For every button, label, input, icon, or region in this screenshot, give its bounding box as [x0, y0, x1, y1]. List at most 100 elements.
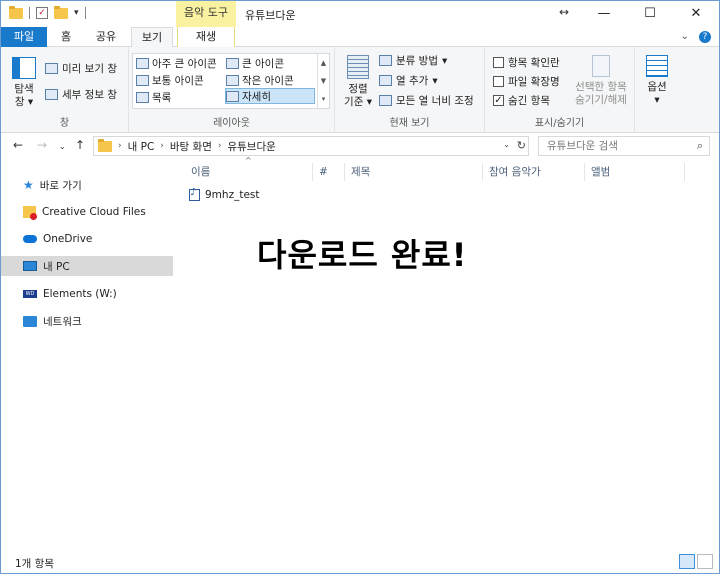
- nav-item-quick-access[interactable]: ★ 바로 가기: [1, 175, 173, 195]
- file-extensions-label: 파일 확장명: [508, 76, 560, 88]
- refresh-icon[interactable]: ↻: [517, 139, 526, 152]
- list-icon: [136, 91, 149, 103]
- add-columns-label: 열 추가: [396, 75, 429, 87]
- column-header-album[interactable]: 앨범: [585, 163, 685, 181]
- recent-locations-chevron-icon[interactable]: ⌄: [59, 142, 66, 151]
- details-view-button[interactable]: [679, 554, 695, 569]
- nav-item-this-pc[interactable]: 내 PC: [1, 256, 173, 276]
- navigation-pane: ★ 바로 가기 Creative Cloud Files OneDrive 내 …: [1, 161, 173, 551]
- view-switcher: [679, 554, 713, 569]
- nav-item-elements-drive[interactable]: WD Elements (W:): [1, 284, 173, 304]
- size-all-columns-button[interactable]: 모든 열 너비 조정: [379, 93, 474, 108]
- back-arrow-icon[interactable]: ←: [13, 138, 23, 152]
- column-header-title[interactable]: 제목: [345, 163, 483, 181]
- details-pane-label: 세부 정보 창: [62, 89, 117, 101]
- tab-share[interactable]: 공유: [87, 27, 125, 47]
- file-extensions-toggle[interactable]: 파일 확장명: [493, 74, 560, 89]
- nav-item-creative-cloud[interactable]: Creative Cloud Files: [1, 202, 173, 222]
- group-label-show-hide: 표시/숨기기: [534, 118, 585, 129]
- search-input[interactable]: 유튜브다운 검색 ⌕: [538, 136, 710, 156]
- group-show-hide: 항목 확인란 파일 확장명 ✓ 숨긴 항목 선택한 항목 숨기기/해제 표시/숨…: [485, 47, 635, 133]
- help-icon[interactable]: ?: [699, 31, 711, 43]
- layout-medium-icons[interactable]: 보통 아이콘: [136, 72, 204, 88]
- navigation-pane-button[interactable]: 탐색 창 ▾: [9, 57, 39, 109]
- nav-item-network[interactable]: 네트워크: [1, 311, 173, 331]
- ribbon-controls: ⌄ ?: [681, 31, 711, 43]
- breadcrumb-item[interactable]: 유튜브다운: [227, 139, 275, 154]
- up-arrow-icon[interactable]: ↑: [75, 138, 85, 152]
- close-button[interactable]: ✕: [673, 1, 719, 27]
- star-icon: ★: [23, 178, 34, 192]
- breadcrumb-item[interactable]: 내 PC: [128, 139, 155, 154]
- add-columns-icon: [379, 75, 392, 86]
- breadcrumb-item[interactable]: 바탕 화면: [170, 139, 212, 154]
- music-file-icon: [189, 187, 200, 201]
- address-bar[interactable]: › 내 PC › 바탕 화면 › 유튜브다운 ⌄ ↻: [93, 136, 529, 156]
- hide-selected-items-button[interactable]: 선택한 항목 숨기기/해제: [569, 55, 633, 107]
- group-by-label: 분류 방법: [396, 55, 438, 67]
- file-list: ^ 이름 # 제목 참여 음악가 앨범 9mhz_test 다운로드 완료!: [177, 156, 719, 551]
- layout-details[interactable]: 자세히: [225, 88, 315, 104]
- search-icon: ⌕: [696, 139, 703, 152]
- layout-large-icons[interactable]: 큰 아이콘: [226, 55, 284, 71]
- preview-pane-label: 미리 보기 창: [62, 63, 117, 75]
- new-folder-icon[interactable]: [54, 5, 68, 19]
- collapse-ribbon-chevron-icon[interactable]: ⌄: [681, 31, 689, 43]
- ribbon: 탐색 창 ▾ 미리 보기 창 세부 정보 창 창 레이아웃 아주 큰 아이콘 큰…: [1, 47, 719, 133]
- breadcrumb-separator-icon[interactable]: ›: [160, 141, 164, 151]
- checkbox-checked[interactable]: ✓: [493, 95, 504, 106]
- customize-toolbar-chevron-icon[interactable]: ▾: [74, 8, 79, 18]
- checkbox-unchecked[interactable]: [493, 76, 504, 87]
- breadcrumb-separator-icon[interactable]: ›: [118, 141, 122, 151]
- details-pane-button[interactable]: 세부 정보 창: [45, 87, 117, 102]
- add-columns-button[interactable]: 열 추가 ▾: [379, 73, 438, 88]
- hidden-items-toggle[interactable]: ✓ 숨긴 항목: [493, 93, 550, 108]
- navigation-pane-label: 탐색: [14, 83, 34, 95]
- large-icons-view-button[interactable]: [697, 554, 713, 569]
- layout-list[interactable]: 목록: [136, 89, 171, 105]
- tab-play[interactable]: 재생: [177, 27, 235, 47]
- layout-gallery-scroll[interactable]: ▲ ▼ ▾: [317, 54, 329, 108]
- tab-file[interactable]: 파일: [1, 27, 47, 47]
- forward-arrow-icon[interactable]: →: [37, 138, 47, 152]
- nav-item-onedrive[interactable]: OneDrive: [1, 229, 173, 249]
- column-header-number[interactable]: #: [313, 163, 345, 181]
- toolbar-separator: [84, 7, 86, 19]
- layout-extra-large-icons[interactable]: 아주 큰 아이콘: [136, 55, 217, 71]
- layout-gallery: 아주 큰 아이콘 큰 아이콘 보통 아이콘 작은 아이콘 목록 자세히 ▲ ▼ ▾: [132, 53, 330, 109]
- item-checkboxes-toggle[interactable]: 항목 확인란: [493, 55, 560, 70]
- sort-by-button[interactable]: 정렬 기준 ▾: [341, 55, 375, 109]
- group-by-button[interactable]: 분류 방법 ▾: [379, 53, 447, 68]
- details-pane-icon: [45, 89, 58, 100]
- column-header-name[interactable]: 이름: [185, 163, 313, 181]
- quick-access-toolbar: ✓ ▾: [9, 5, 86, 19]
- layout-label: 작은 아이콘: [242, 74, 294, 87]
- extra-large-icons-icon: [136, 57, 149, 69]
- tab-view[interactable]: 보기: [131, 27, 173, 48]
- medium-icons-icon: [136, 74, 149, 86]
- minimize-button[interactable]: —: [581, 1, 627, 27]
- file-name: 9mhz_test: [205, 189, 260, 201]
- navigation-pane-icon: [12, 57, 36, 79]
- properties-icon[interactable]: ✓: [36, 7, 48, 19]
- column-header-artists[interactable]: 참여 음악가: [483, 163, 585, 181]
- breadcrumb-separator-icon[interactable]: ›: [218, 141, 222, 151]
- layout-label: 자세히: [242, 90, 271, 103]
- network-icon: [23, 315, 37, 327]
- window-title: 유튜브다운: [245, 9, 296, 22]
- maximize-button[interactable]: ☐: [627, 1, 673, 27]
- nav-item-label: 내 PC: [43, 260, 70, 273]
- list-item[interactable]: 9mhz_test: [189, 187, 260, 201]
- onedrive-icon: [23, 235, 37, 243]
- preview-pane-button[interactable]: 미리 보기 창: [45, 61, 117, 76]
- sort-by-label: 정렬: [348, 83, 368, 95]
- address-dropdown-chevron-icon[interactable]: ⌄: [503, 140, 510, 149]
- status-bar: 1개 항목: [1, 551, 719, 573]
- tab-home[interactable]: 홈: [51, 27, 81, 47]
- layout-small-icons[interactable]: 작은 아이콘: [226, 72, 294, 88]
- size-all-columns-label: 모든 열 너비 조정: [396, 95, 474, 107]
- options-button[interactable]: 옵션 ▾: [643, 55, 671, 107]
- layout-label: 보통 아이콘: [152, 74, 204, 87]
- hide-selected-label: 선택한 항목: [575, 81, 627, 93]
- checkbox-unchecked[interactable]: [493, 57, 504, 68]
